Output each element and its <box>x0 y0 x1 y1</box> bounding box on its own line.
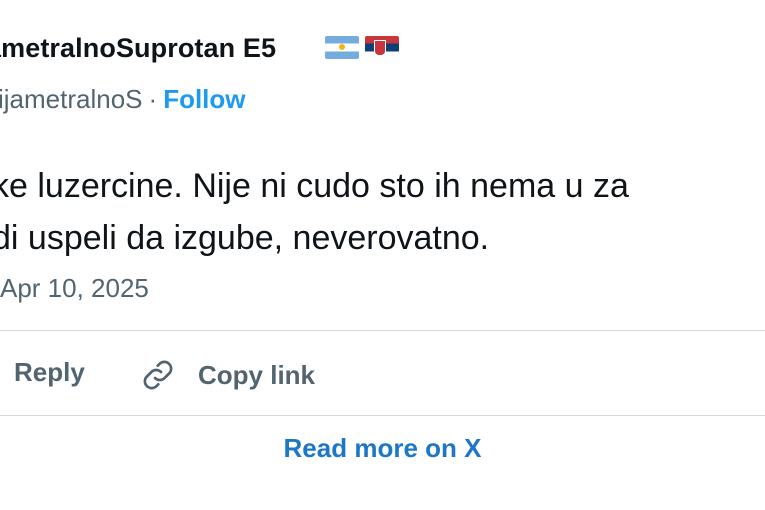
handle-separator: · <box>148 84 158 114</box>
reply-button[interactable]: Reply <box>14 357 85 388</box>
author-handle[interactable]: ijametralnoS <box>0 84 143 115</box>
follow-button[interactable]: Follow <box>163 84 245 115</box>
tweet-text-line-2: di uspeli da izgube, neverovatno. <box>0 219 490 257</box>
serbia-flag-icon <box>365 36 399 59</box>
read-more-label: Read more on X <box>283 432 482 463</box>
read-more-link[interactable]: Read more on X <box>0 418 765 478</box>
argentina-flag-icon <box>325 36 359 59</box>
flag-emojis <box>325 36 399 59</box>
divider-top <box>0 330 765 331</box>
author-handle-row: ijametralnoS · Follow <box>0 84 246 115</box>
copy-link-button[interactable]: Copy link <box>140 357 315 393</box>
tweet-text: ke luzercine. Nije ni cudo sto ih nema u… <box>0 160 629 264</box>
tweet-timestamp[interactable]: Apr 10, 2025 <box>0 273 149 304</box>
copy-link-label: Copy link <box>198 359 316 390</box>
tweet-text-line-1: ke luzercine. Nije ni cudo sto ih nema u… <box>0 167 629 205</box>
link-icon <box>143 360 173 390</box>
reply-label: Reply <box>14 357 85 387</box>
author-display-name[interactable]: ametralnoSuprotan E5 <box>0 33 276 64</box>
divider-bottom <box>0 415 765 416</box>
